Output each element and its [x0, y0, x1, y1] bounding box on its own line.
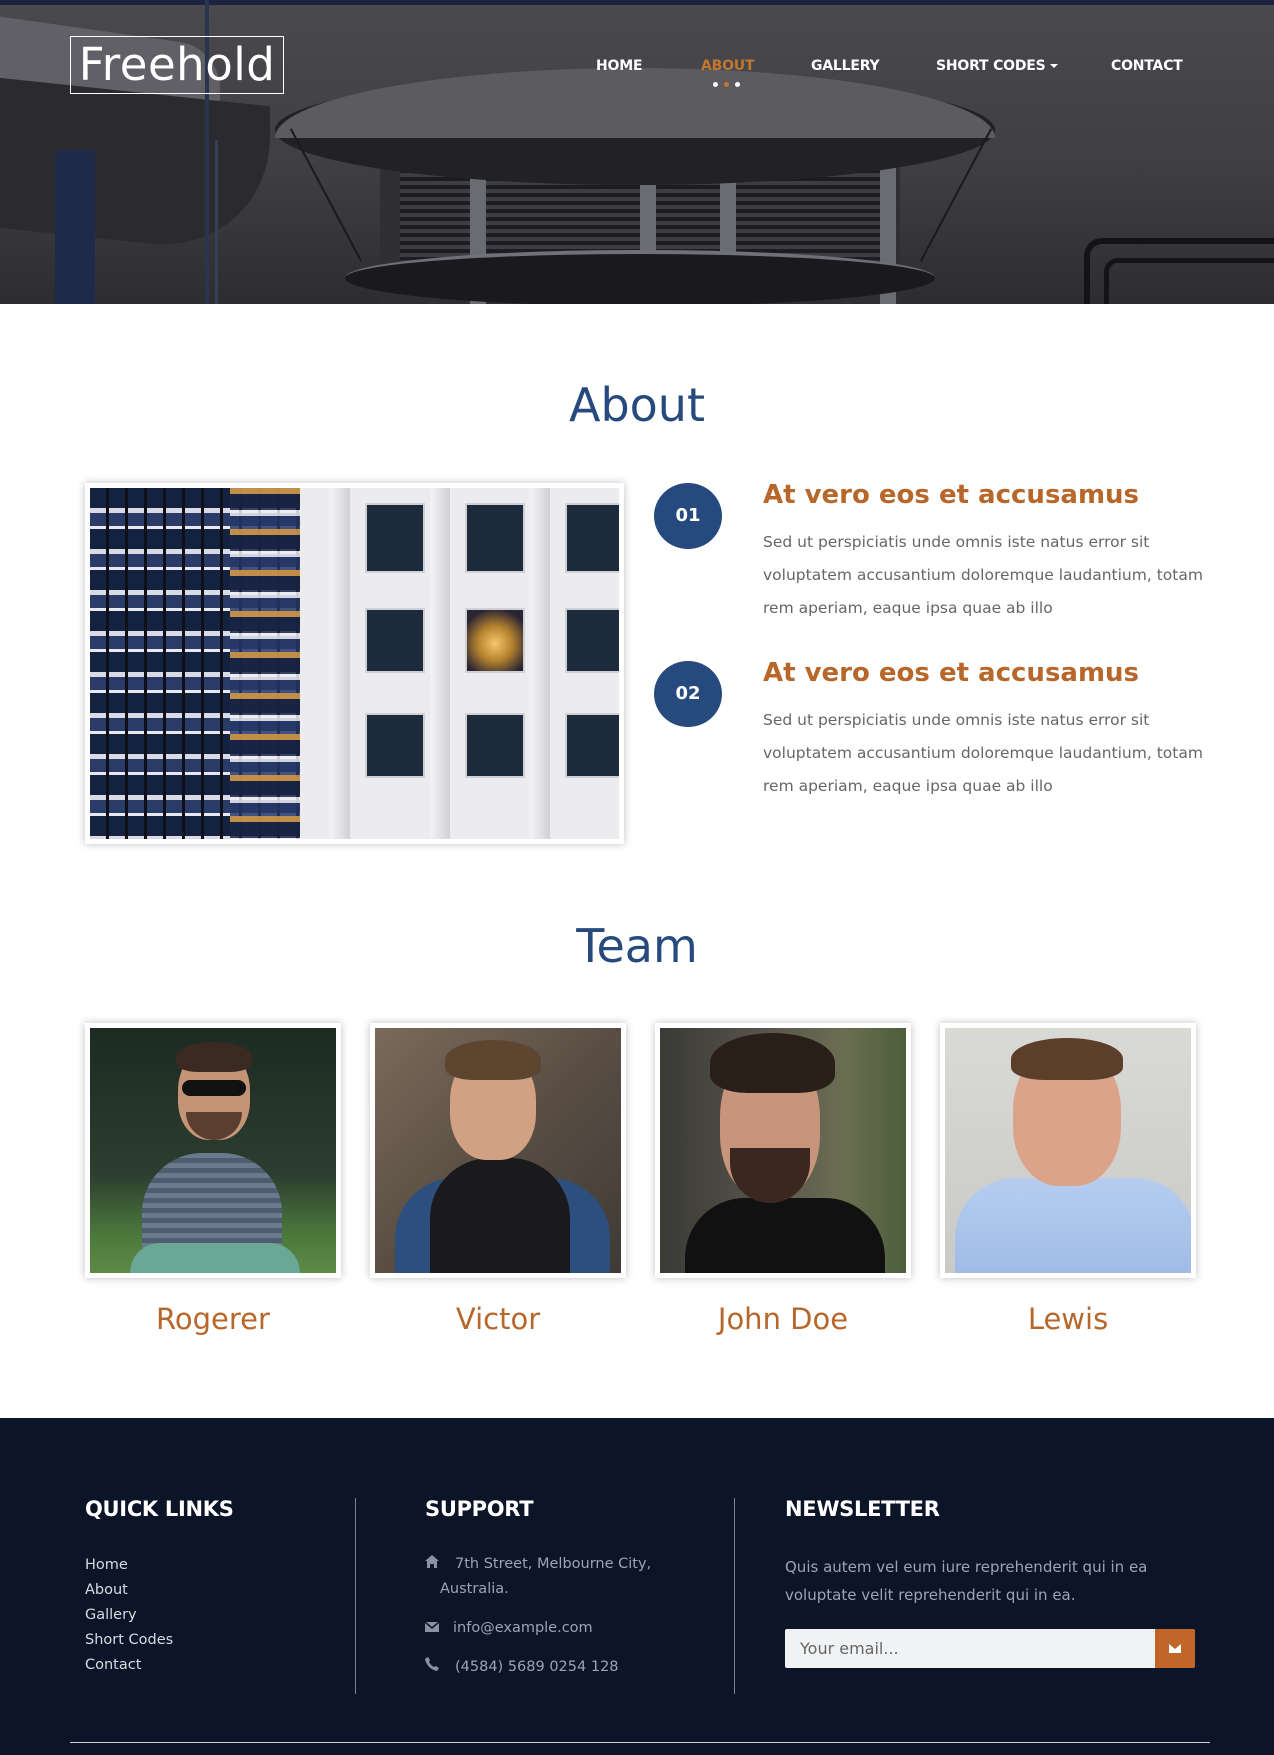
building-facade-photo: [90, 488, 619, 839]
facade-window-lit: [465, 608, 525, 673]
support-title: SUPPORT: [425, 1497, 534, 1521]
nav-short-codes[interactable]: SHORT CODES: [936, 58, 1058, 74]
support-email-value[interactable]: info@example.com: [453, 1620, 593, 1636]
facade-white-right: [300, 488, 619, 839]
facade-window: [365, 713, 425, 778]
about-title: About: [568, 378, 705, 432]
hero-railing: [1104, 258, 1274, 304]
caret-down-icon: [1049, 64, 1058, 68]
team-member-portrait: [90, 1028, 336, 1273]
hero-tower-ring: [345, 250, 935, 304]
portrait-shirt: [685, 1198, 885, 1273]
support-address-line2: Australia.: [440, 1581, 509, 1597]
team-member-name: Rogerer: [156, 1302, 270, 1336]
quick-links-title: QUICK LINKS: [85, 1497, 234, 1521]
newsletter-text: Quis autem vel eum iure reprehenderit qu…: [785, 1558, 1148, 1604]
support-email: info@example.com: [424, 1616, 593, 1641]
footer-link-home[interactable]: Home: [85, 1553, 173, 1578]
about-item-text: Sed ut perspiciatis unde omnis iste natu…: [763, 711, 1203, 795]
about-item-number: 02: [654, 661, 722, 727]
portrait-shirt: [955, 1178, 1191, 1273]
nav-about[interactable]: ABOUT: [701, 58, 755, 74]
team-member-portrait: [945, 1028, 1191, 1273]
main-nav: HOME ABOUT GALLERY SHORT CODES CONTACT: [0, 58, 1274, 78]
footer-divider: [355, 1498, 356, 1694]
about-item-number: 01: [654, 483, 722, 549]
support-address: 7th Street, Melbourne City, Australia.: [425, 1552, 685, 1602]
envelope-icon: [424, 1616, 441, 1641]
home-icon: [425, 1552, 441, 1577]
hero-banner: Freehold HOME ABOUT GALLERY SHORT CODES …: [0, 0, 1274, 304]
indicator-dot: [735, 82, 740, 87]
hero-building-detail: [215, 140, 218, 304]
portrait-pants: [130, 1243, 300, 1273]
about-item-title: At vero eos et accusamus: [763, 480, 1140, 510]
team-member-photo[interactable]: [85, 1023, 341, 1278]
facade-window: [565, 503, 619, 573]
nav-gallery[interactable]: GALLERY: [811, 58, 880, 74]
team-member-name: Lewis: [1027, 1302, 1109, 1336]
team-member-photo[interactable]: [655, 1023, 911, 1278]
newsletter-email-input[interactable]: [785, 1629, 1155, 1668]
team-member-name: Victor: [455, 1302, 541, 1336]
hero-building-detail: [0, 73, 270, 257]
team-title: Team: [576, 919, 698, 973]
newsletter-title: NEWSLETTER: [785, 1497, 940, 1521]
facade-window: [365, 503, 425, 573]
facade-window: [565, 608, 619, 673]
team-member-photo[interactable]: [370, 1023, 626, 1278]
nav-contact[interactable]: CONTACT: [1111, 58, 1183, 74]
hero-tower-roof: [275, 68, 995, 138]
nav-home[interactable]: HOME: [596, 58, 643, 74]
top-accent-bar: [0, 0, 1274, 5]
team-member-portrait: [660, 1028, 906, 1273]
portrait-hoodie: [430, 1158, 570, 1273]
hero-building-detail: [55, 150, 95, 304]
footer-link-gallery[interactable]: Gallery: [85, 1603, 173, 1628]
portrait-beard: [730, 1148, 810, 1203]
team-member-photo[interactable]: [940, 1023, 1196, 1278]
portrait-hair: [710, 1033, 835, 1093]
support-phone: (4584) 5689 0254 128: [425, 1655, 619, 1680]
footer-bottom-rule: [70, 1742, 1210, 1743]
facade-window: [465, 503, 525, 573]
footer-divider: [734, 1498, 735, 1694]
facade-pillar: [330, 488, 350, 839]
about-image: [85, 483, 624, 844]
support-address-line1: 7th Street, Melbourne City,: [455, 1556, 652, 1572]
active-indicator-dots: [713, 82, 741, 88]
about-item-title: At vero eos et accusamus: [763, 658, 1140, 688]
facade-pillar: [530, 488, 550, 839]
team-member-portrait: [375, 1028, 621, 1273]
portrait-hair: [176, 1042, 252, 1072]
footer-link-short-codes[interactable]: Short Codes: [85, 1628, 173, 1653]
indicator-dot: [724, 82, 729, 87]
footer-link-about[interactable]: About: [85, 1578, 173, 1603]
facade-pillar: [430, 488, 450, 839]
team-member-name: John Doe: [717, 1302, 849, 1336]
about-item-text: Sed ut perspiciatis unde omnis iste natu…: [763, 533, 1203, 617]
footer-link-contact[interactable]: Contact: [85, 1653, 173, 1678]
support-phone-value: (4584) 5689 0254 128: [455, 1659, 619, 1675]
facade-glass-mid: [230, 488, 305, 839]
send-envelope-icon: [1169, 1644, 1181, 1653]
indicator-dot: [713, 82, 718, 87]
portrait-hair: [1011, 1038, 1123, 1080]
nav-short-codes-label: SHORT CODES: [936, 58, 1046, 74]
facade-window: [565, 713, 619, 778]
facade-window: [365, 608, 425, 673]
phone-icon: [425, 1655, 441, 1680]
portrait-hair: [445, 1040, 541, 1080]
quick-links-list: Home About Gallery Short Codes Contact: [85, 1553, 173, 1678]
facade-window: [465, 713, 525, 778]
sunglasses-icon: [182, 1080, 246, 1096]
newsletter-submit-button[interactable]: [1155, 1629, 1195, 1668]
